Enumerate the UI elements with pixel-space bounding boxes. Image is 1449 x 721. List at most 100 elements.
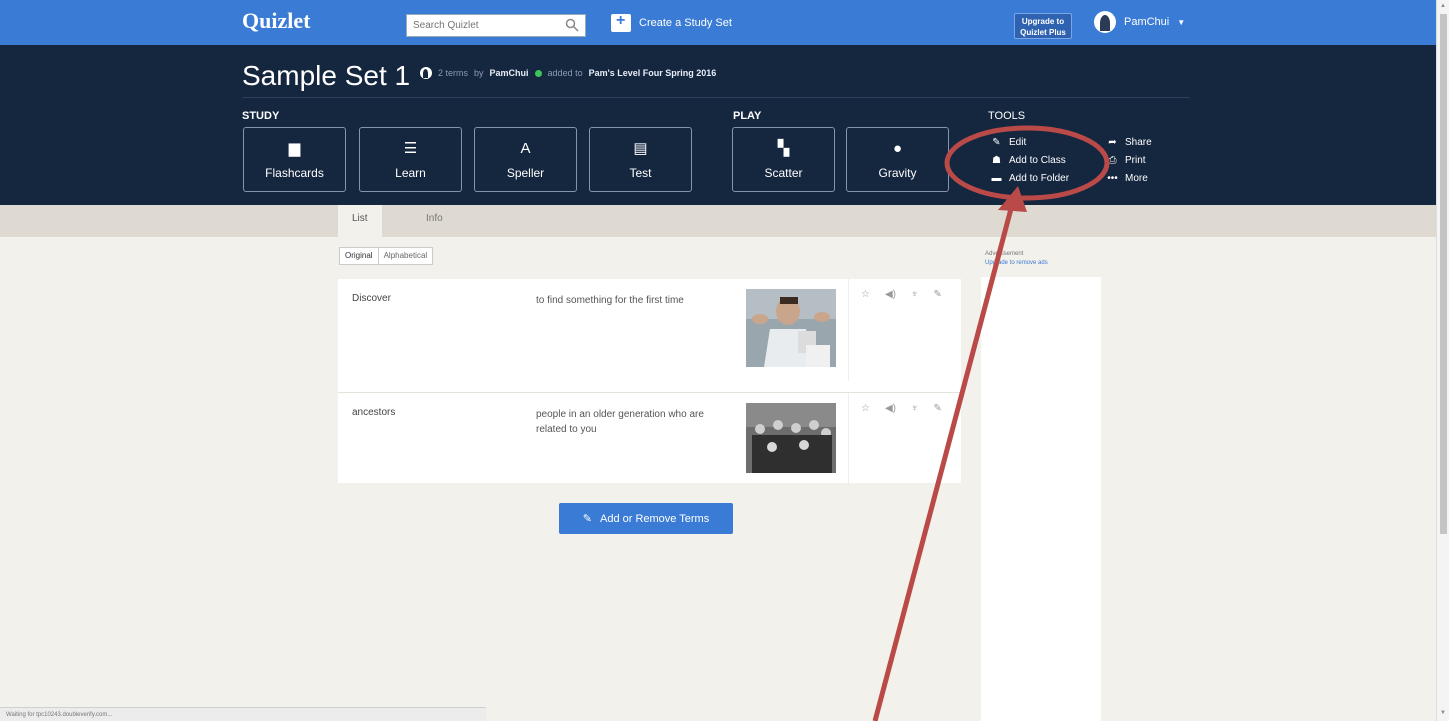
family-photo-image bbox=[746, 403, 836, 473]
table-row: Discover to find something for the first… bbox=[338, 279, 961, 381]
top-nav-bar: Quizlet Create a Study Set Upgrade to Qu… bbox=[0, 0, 1436, 45]
pencil-icon[interactable]: ✎ bbox=[934, 403, 942, 484]
tool-label: More bbox=[1125, 173, 1148, 184]
learn-button[interactable]: ☰ Learn bbox=[359, 127, 462, 192]
term-list: Discover to find something for the first… bbox=[338, 279, 961, 484]
tool-label: Add to Folder bbox=[1009, 173, 1070, 184]
mode-label: Test bbox=[629, 166, 652, 180]
mode-label: Gravity bbox=[878, 166, 917, 180]
term-image-scientist bbox=[746, 289, 836, 367]
tab-list[interactable]: List bbox=[338, 205, 382, 237]
tab-info[interactable]: Info bbox=[412, 205, 457, 237]
added-to-label: added to bbox=[547, 68, 583, 78]
star-icon[interactable]: ☆ bbox=[861, 403, 870, 484]
mode-label: Speller bbox=[506, 166, 545, 180]
speller-button[interactable]: A Speller bbox=[474, 127, 577, 192]
term-word: Discover bbox=[352, 293, 391, 304]
pencil-icon[interactable]: ✎ bbox=[934, 289, 942, 381]
create-study-set-link[interactable]: Create a Study Set bbox=[611, 12, 732, 32]
author-avatar bbox=[420, 67, 432, 79]
upgrade-button[interactable]: Upgrade to Quizlet Plus bbox=[1014, 13, 1072, 39]
share-icon: ➦ bbox=[1108, 137, 1117, 148]
microphone-icon[interactable]: ♆ bbox=[911, 403, 919, 484]
upgrade-line-1: Upgrade to bbox=[1021, 17, 1065, 26]
sort-original-button[interactable]: Original bbox=[340, 248, 379, 264]
flashcards-icon: ▆ bbox=[288, 140, 301, 157]
upgrade-line-2: Quizlet Plus bbox=[1020, 28, 1066, 37]
avatar bbox=[1094, 11, 1116, 33]
ad-header: Advertisement Upgrade to remove ads bbox=[985, 250, 1048, 268]
ad-label: Advertisement bbox=[985, 251, 1024, 257]
learn-icon: ☰ bbox=[403, 140, 418, 157]
study-label: STUDY bbox=[242, 110, 280, 122]
term-actions: ☆ ◀) ♆ ✎ bbox=[848, 393, 961, 484]
gravity-icon: ● bbox=[892, 140, 903, 157]
sort-toggle: Original Alphabetical bbox=[339, 247, 434, 265]
tool-label: Print bbox=[1125, 155, 1146, 166]
mode-label: Flashcards bbox=[265, 166, 324, 180]
term-word: ancestors bbox=[352, 407, 396, 418]
term-definition: people in an older generation who are re… bbox=[536, 409, 704, 435]
star-icon[interactable]: ☆ bbox=[861, 289, 870, 381]
gravity-button[interactable]: ● Gravity bbox=[846, 127, 949, 192]
divider bbox=[242, 97, 1190, 98]
scroll-down-icon[interactable]: ▼ bbox=[1440, 710, 1446, 716]
class-icon: ☗ bbox=[992, 155, 1001, 166]
create-set-label: Create a Study Set bbox=[639, 17, 732, 29]
set-header: Sample Set 1 2 terms by PamChui added to… bbox=[0, 45, 1436, 205]
tab-strip: List Info bbox=[0, 205, 1436, 237]
scroll-thumb[interactable] bbox=[1440, 14, 1447, 534]
scrollbar[interactable]: ▲ ▼ bbox=[1436, 0, 1449, 721]
more-tool[interactable]: ••• More bbox=[1107, 173, 1148, 184]
by-label: by bbox=[474, 68, 484, 78]
scatter-icon: ▚ bbox=[777, 140, 790, 157]
term-definition: to find something for the first time bbox=[536, 295, 684, 306]
scientist-image bbox=[746, 289, 836, 367]
test-icon: ▤ bbox=[633, 140, 648, 157]
class-link[interactable]: Pam's Level Four Spring 2016 bbox=[589, 68, 717, 78]
user-menu[interactable]: PamChui ▼ bbox=[1094, 11, 1185, 33]
tool-label: Edit bbox=[1009, 137, 1027, 148]
edit-tool[interactable]: ✎ Edit bbox=[991, 137, 1026, 148]
audio-icon[interactable]: ◀) bbox=[885, 403, 896, 484]
print-tool[interactable]: ⎙ Print bbox=[1107, 155, 1146, 166]
search-box[interactable] bbox=[406, 14, 586, 37]
tool-label: Share bbox=[1125, 137, 1152, 148]
share-tool[interactable]: ➦ Share bbox=[1107, 137, 1152, 148]
browser-status-bar: Waiting for tpc10243.doubleverify.com... bbox=[0, 707, 486, 721]
add-to-class-tool[interactable]: ☗ Add to Class bbox=[991, 155, 1066, 166]
term-image-ancestors bbox=[746, 403, 836, 473]
play-label: PLAY bbox=[733, 110, 762, 122]
create-set-icon bbox=[611, 12, 631, 32]
add-button-label: Add or Remove Terms bbox=[599, 512, 710, 525]
pencil-icon: ✎ bbox=[582, 513, 592, 525]
microphone-icon[interactable]: ♆ bbox=[911, 289, 919, 381]
search-icon[interactable] bbox=[565, 18, 579, 32]
author-link[interactable]: PamChui bbox=[490, 68, 529, 78]
ad-slot bbox=[981, 277, 1101, 721]
add-to-folder-tool[interactable]: ▬ Add to Folder bbox=[991, 173, 1070, 184]
search-input[interactable] bbox=[413, 20, 553, 31]
audio-icon[interactable]: ◀) bbox=[885, 289, 896, 381]
mode-label: Scatter bbox=[764, 166, 803, 180]
scatter-button[interactable]: ▚ Scatter bbox=[732, 127, 835, 192]
table-row: ancestors people in an older generation … bbox=[338, 392, 961, 494]
tool-label: Add to Class bbox=[1009, 155, 1066, 166]
page-title: Sample Set 1 bbox=[242, 60, 411, 91]
mode-label: Learn bbox=[395, 166, 426, 180]
add-or-remove-terms-button[interactable]: ✎ Add or Remove Terms bbox=[559, 503, 733, 534]
print-icon: ⎙ bbox=[1108, 155, 1117, 166]
sort-alphabetical-button[interactable]: Alphabetical bbox=[379, 248, 433, 264]
more-icon: ••• bbox=[1107, 173, 1118, 184]
flashcards-button[interactable]: ▆ Flashcards bbox=[243, 127, 346, 192]
scroll-up-icon[interactable]: ▲ bbox=[1440, 3, 1446, 9]
term-actions: ☆ ◀) ♆ ✎ bbox=[848, 279, 961, 381]
terms-count: 2 terms bbox=[438, 68, 469, 78]
remove-ads-link[interactable]: Upgrade to remove ads bbox=[985, 259, 1048, 268]
speller-icon: A bbox=[520, 140, 531, 157]
chevron-down-icon: ▼ bbox=[1177, 17, 1186, 27]
test-button[interactable]: ▤ Test bbox=[589, 127, 692, 192]
online-status-icon bbox=[534, 69, 542, 77]
quizlet-logo[interactable]: Quizlet bbox=[242, 8, 310, 34]
set-meta: 2 terms by PamChui added to Pam's Level … bbox=[420, 67, 716, 79]
